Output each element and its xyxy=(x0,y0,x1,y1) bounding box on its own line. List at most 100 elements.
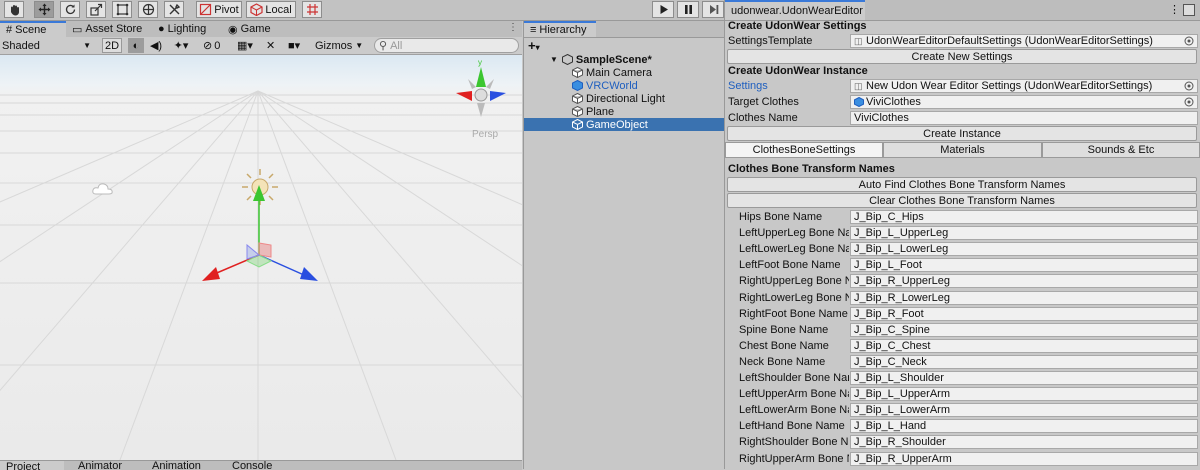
settings-template-field[interactable]: ◫ UdonWearEditorDefaultSettings (UdonWea… xyxy=(850,34,1198,48)
play-button[interactable] xyxy=(652,1,674,18)
tab-asset-store[interactable]: ▭ Asset Store xyxy=(66,21,152,37)
more-options-icon[interactable]: ⋮ xyxy=(1169,3,1180,16)
transform-tool-icon[interactable] xyxy=(138,1,158,18)
tab-lighting[interactable]: ● Lighting xyxy=(152,21,220,37)
clothes-name-input[interactable]: ViviClothes xyxy=(850,111,1198,125)
scene-tab-bar: # Scene ▭ Asset Store ● Lighting ◉ Game … xyxy=(0,21,522,38)
auto-find-label: Auto Find Clothes Bone Transform Names xyxy=(858,178,1066,191)
tab-sounds-etc[interactable]: Sounds & Etc xyxy=(1042,142,1200,158)
object-picker-icon[interactable] xyxy=(1184,81,1194,91)
bone-name-input[interactable]: J_Bip_L_UpperLeg xyxy=(850,226,1198,241)
tab-game[interactable]: ◉ Game xyxy=(222,21,278,37)
lighting-toggle-icon[interactable]: ◐ xyxy=(128,38,144,53)
bone-name-input[interactable]: J_Bip_C_Neck xyxy=(850,354,1198,369)
orientation-gizmo-icon[interactable]: y xyxy=(452,59,512,119)
bone-name-input[interactable]: J_Bip_L_Hand xyxy=(850,419,1198,434)
2d-label: 2D xyxy=(104,39,120,52)
projection-label[interactable]: Persp xyxy=(472,129,498,140)
object-picker-icon[interactable] xyxy=(1184,36,1194,46)
tab-clothes-bone-settings[interactable]: ClothesBoneSettings xyxy=(725,142,883,158)
tab-udonwear-editor[interactable]: udonwear.UdonWearEditor xyxy=(725,0,865,20)
bone-name-label: RightFoot Bone Name xyxy=(739,307,848,320)
tab-hierarchy[interactable]: ≡ Hierarchy xyxy=(524,21,596,37)
create-new-settings-button[interactable]: Create New Settings xyxy=(727,49,1197,64)
target-clothes-value: ViviClothes xyxy=(866,96,921,108)
settings-label: Settings xyxy=(728,80,768,92)
scene-view-toolbar: Shaded ▼ 2D ◐ ◀) ✦▾ ⊘ 0 ▦▾ ✕ ■▾ Gizmos ▼… xyxy=(0,37,522,55)
svg-text:y: y xyxy=(478,59,482,67)
section-settings-title: Create UdonWear Settings xyxy=(728,20,867,32)
bone-name-input[interactable]: J_Bip_C_Spine xyxy=(850,322,1198,337)
panel-menu-icon[interactable]: ⋮ xyxy=(508,22,518,33)
hierarchy-item-label: Directional Light xyxy=(586,92,665,105)
bone-name-label: RightUpperLeg Bone N xyxy=(739,275,849,288)
target-clothes-field[interactable]: ViviClothes xyxy=(850,95,1198,109)
bone-name-input[interactable]: J_Bip_L_UpperArm xyxy=(850,387,1198,402)
bone-name-label: Chest Bone Name xyxy=(739,339,829,352)
scriptable-object-icon: ◫ xyxy=(854,36,863,46)
play-icon xyxy=(660,5,668,14)
hidden-objects-toggle[interactable]: ⊘ 0 xyxy=(203,38,233,53)
audio-toggle-icon[interactable]: ◀) xyxy=(148,38,164,53)
pause-button[interactable] xyxy=(677,1,699,18)
gameobject-cube-icon xyxy=(572,119,583,130)
scene-search-input[interactable]: ⚲ All xyxy=(374,38,519,53)
2d-toggle[interactable]: 2D xyxy=(102,38,122,53)
bone-name-input[interactable]: J_Bip_R_UpperArm xyxy=(850,451,1198,466)
auto-find-button[interactable]: Auto Find Clothes Bone Transform Names xyxy=(727,177,1197,192)
sub-tab-label: Materials xyxy=(940,144,985,156)
x-axis-handle[interactable] xyxy=(202,267,220,281)
bone-name-input[interactable]: J_Bip_L_LowerArm xyxy=(850,403,1198,418)
bone-name-input[interactable]: J_Bip_C_Hips xyxy=(850,210,1198,224)
bone-name-input[interactable]: J_Bip_C_Chest xyxy=(850,338,1198,353)
create-dropdown[interactable]: +▾ xyxy=(528,38,540,53)
bone-name-label: LeftHand Bone Name xyxy=(739,420,845,433)
move-tool-icon[interactable] xyxy=(34,1,54,18)
y-axis-handle[interactable] xyxy=(253,185,265,201)
gizmos-label: Gizmos xyxy=(315,39,353,52)
bone-name-label: RightShoulder Bone Na xyxy=(739,436,849,449)
object-picker-icon[interactable] xyxy=(1184,97,1194,107)
create-new-settings-label: Create New Settings xyxy=(911,50,1013,63)
scale-tool-icon[interactable] xyxy=(86,1,106,18)
hand-tool-icon[interactable] xyxy=(4,1,24,18)
bone-name-label: LeftFoot Bone Name xyxy=(739,259,841,272)
bone-name-label: Neck Bone Name xyxy=(739,355,826,368)
tab-game-label: Game xyxy=(240,23,271,35)
z-axis-handle[interactable] xyxy=(300,267,318,281)
gizmos-dropdown[interactable]: Gizmos ▼ xyxy=(315,38,371,53)
tab-scene[interactable]: # Scene xyxy=(0,21,66,37)
custom-tool-icon[interactable] xyxy=(164,1,184,18)
shading-mode-dropdown[interactable]: Shaded ▼ xyxy=(2,38,94,53)
bone-name-input[interactable]: J_Bip_L_LowerLeg xyxy=(850,242,1198,257)
bone-name-label: LeftShoulder Bone Nar xyxy=(739,372,849,384)
local-toggle[interactable]: Local xyxy=(246,1,296,18)
bone-name-input[interactable]: J_Bip_R_Shoulder xyxy=(850,435,1198,450)
rotate-tool-icon[interactable] xyxy=(60,1,80,18)
bone-name-label: RightUpperArm Bone N xyxy=(739,452,849,465)
maximize-icon[interactable] xyxy=(1183,4,1195,16)
step-button[interactable] xyxy=(702,1,724,18)
bone-name-label: LeftLowerArm Bone Na xyxy=(739,404,849,417)
settings-field[interactable]: ◫ New Udon Wear Editor Settings (UdonWea… xyxy=(850,79,1198,93)
snap-grid-icon[interactable] xyxy=(302,1,322,18)
rect-tool-icon[interactable] xyxy=(112,1,132,18)
clear-button[interactable]: Clear Clothes Bone Transform Names xyxy=(727,193,1197,208)
bone-name-input[interactable]: J_Bip_R_Foot xyxy=(850,306,1198,321)
move-gizmo[interactable] xyxy=(192,183,332,303)
scene-row[interactable]: ▼ SampleScene* xyxy=(524,53,750,66)
game-icon: ◉ xyxy=(228,23,238,36)
create-instance-button[interactable]: Create Instance xyxy=(727,126,1197,141)
tab-materials[interactable]: Materials xyxy=(883,142,1042,158)
tools-icon[interactable]: ✕ xyxy=(266,38,282,53)
bone-name-input[interactable]: J_Bip_L_Shoulder xyxy=(850,371,1198,385)
scene-viewport[interactable]: y Persp xyxy=(0,55,522,460)
pivot-toggle[interactable]: Pivot xyxy=(196,1,242,18)
bone-name-input[interactable]: J_Bip_R_UpperLeg xyxy=(850,274,1198,289)
grid-toggle-icon[interactable]: ▦▾ xyxy=(237,38,261,53)
bone-name-input[interactable]: J_Bip_R_LowerLeg xyxy=(850,290,1198,305)
bone-name-input[interactable]: J_Bip_L_Foot xyxy=(850,258,1198,273)
camera-dropdown-icon[interactable]: ■▾ xyxy=(288,38,312,53)
effects-dropdown-icon[interactable]: ✦▾ xyxy=(170,38,192,53)
asset-store-icon: ▭ xyxy=(72,23,83,36)
